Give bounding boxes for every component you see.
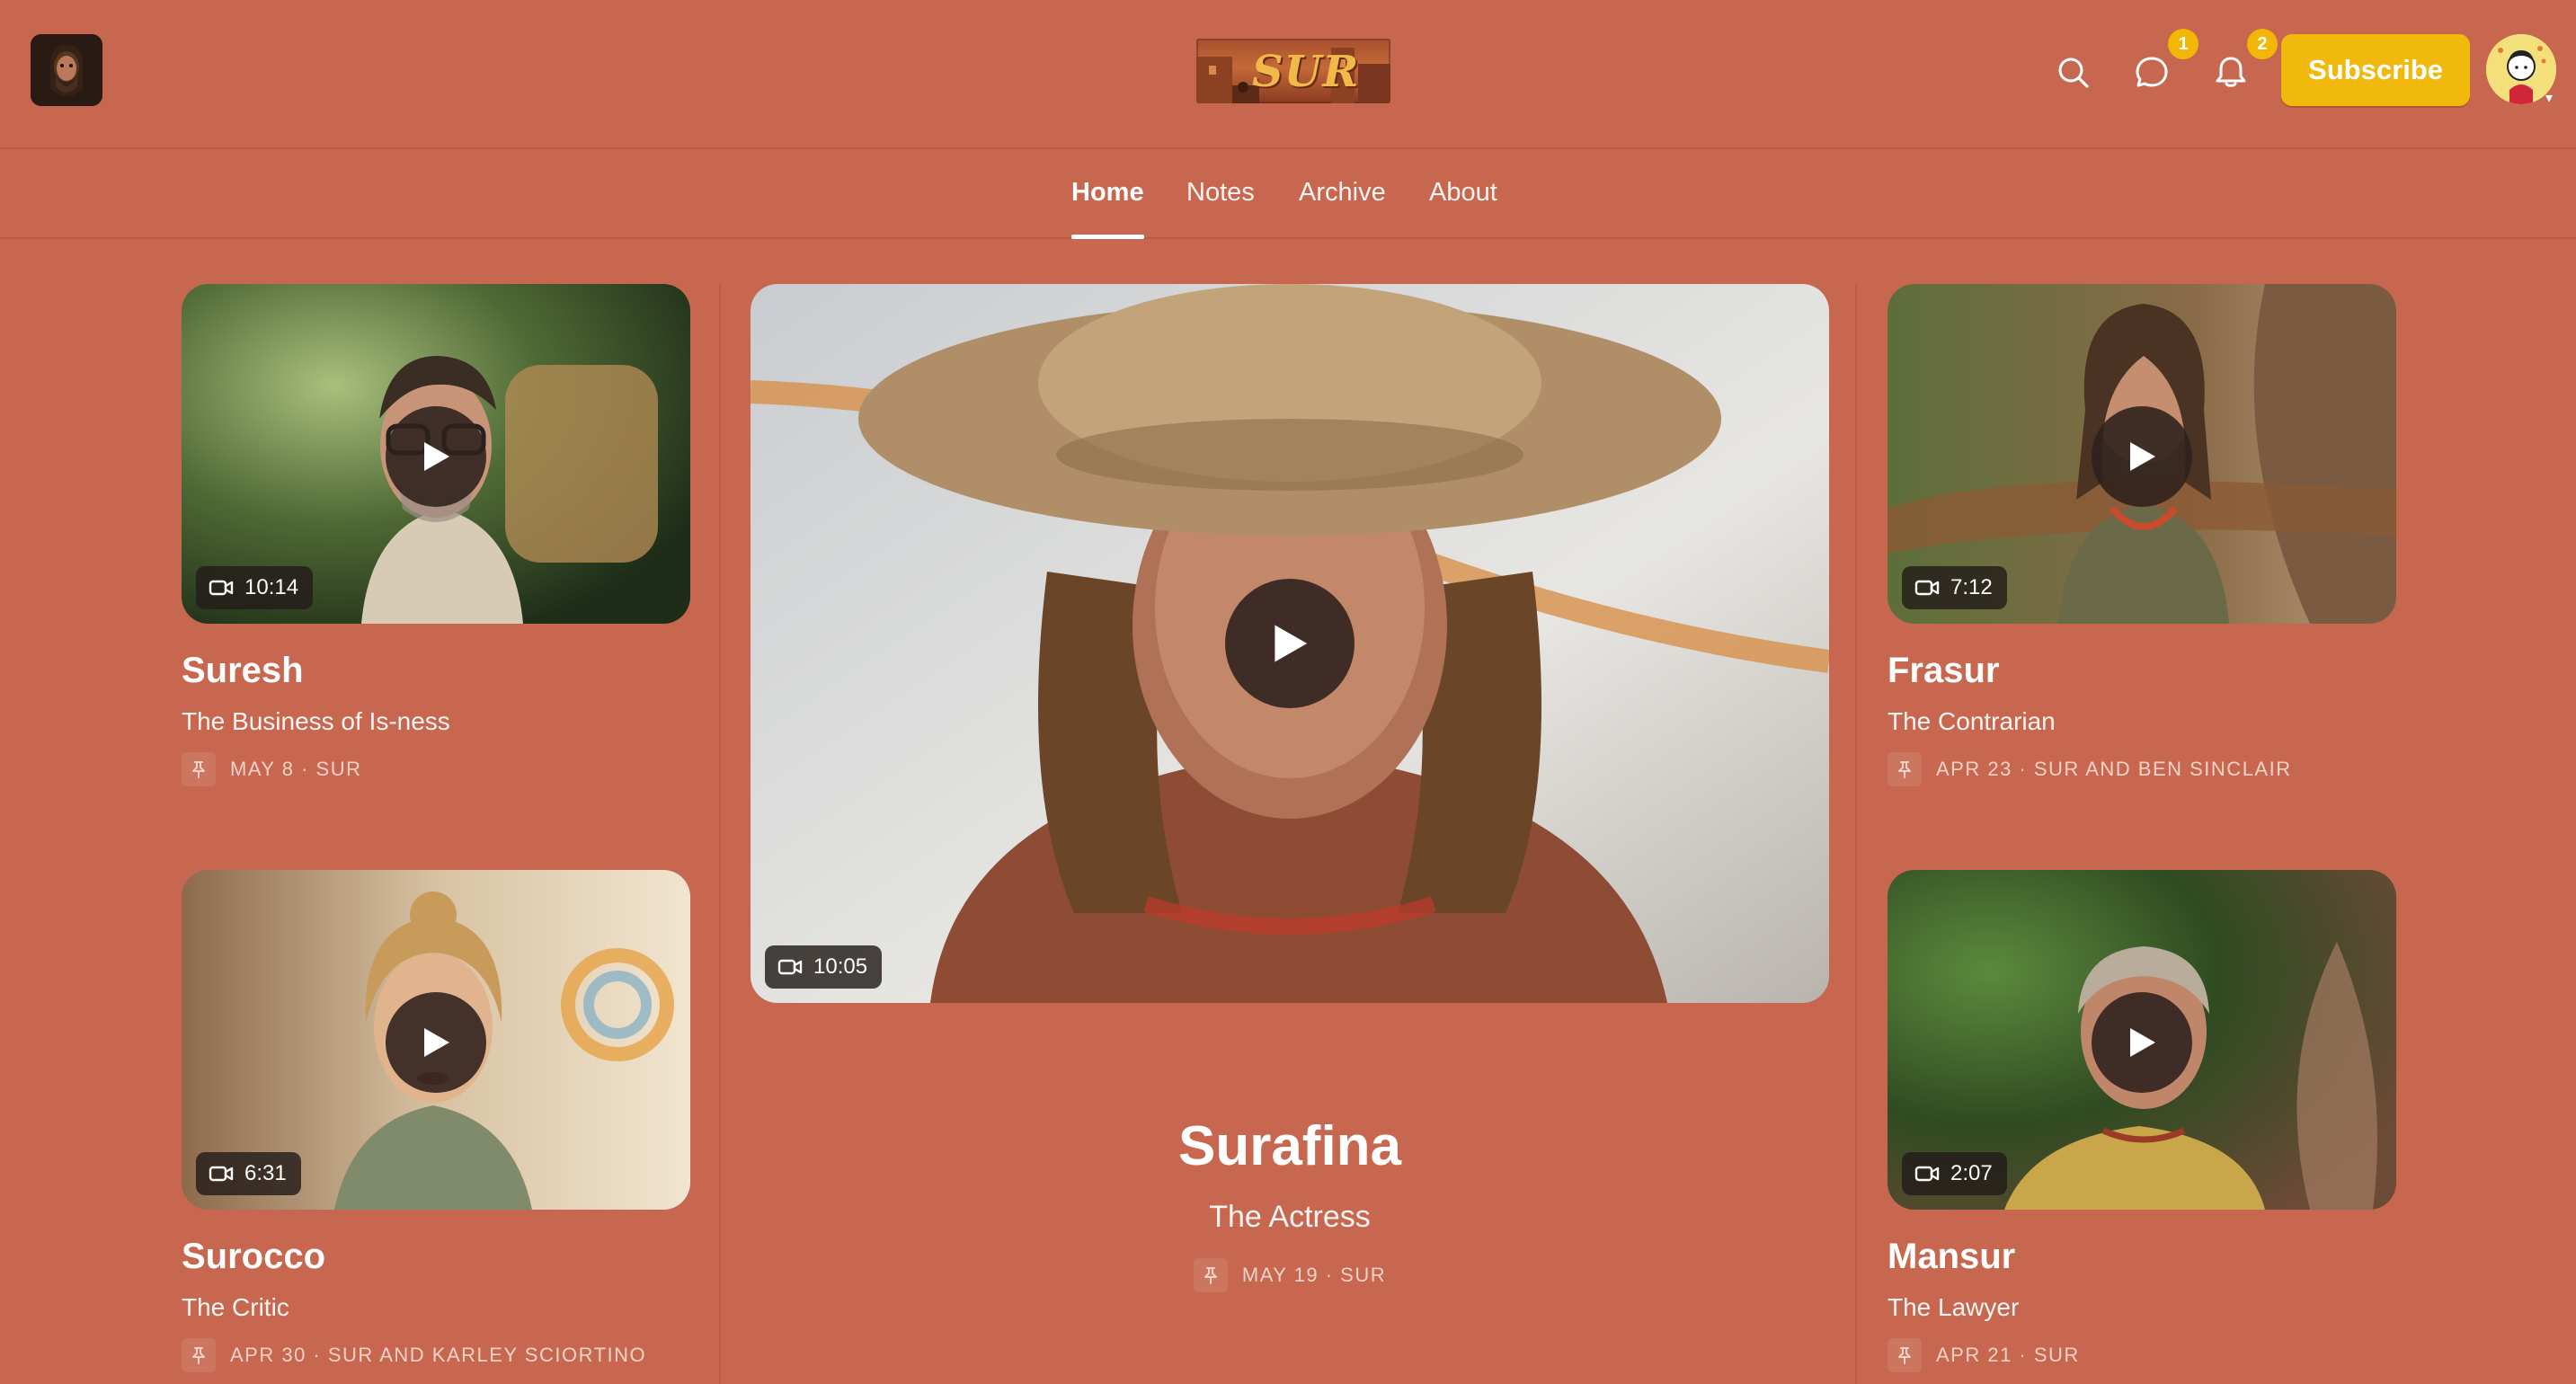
post-subtitle: The Lawyer: [1888, 1293, 2020, 1321]
featured-post-text: Surafina The Actress MAY 19 · SUR: [751, 1114, 1829, 1292]
video-duration-badge: 10:05: [765, 945, 883, 989]
page: SUR 1 2 Subscribe ▾ Home Notes Archive A…: [0, 0, 2576, 1384]
post-date-author: APR 23 · SUR AND BEN SINCLAIR: [1936, 758, 2292, 780]
video-duration: 6:31: [244, 1161, 287, 1185]
play-icon: [1275, 625, 1308, 662]
post-date-author: MAY 19 · SUR: [1241, 1264, 1387, 1286]
video-duration-badge: 7:12: [1902, 566, 2007, 609]
post-date-author: APR 21 · SUR: [1936, 1344, 2080, 1366]
video-thumbnail[interactable]: 10:14: [182, 284, 690, 624]
play-icon: [424, 1028, 449, 1057]
post-meta: APR 21 · SUR: [1888, 1338, 2396, 1372]
video-duration: 10:05: [813, 954, 868, 979]
chat-icon: [2136, 57, 2168, 87]
pin-icon: [1888, 1338, 1922, 1372]
post-date-author: MAY 8 · SUR: [230, 758, 362, 780]
video-duration-badge: 10:14: [196, 566, 314, 609]
search-icon: [2058, 58, 2089, 88]
video-duration: 10:14: [244, 575, 299, 599]
video-thumbnail[interactable]: 2:07: [1888, 870, 2396, 1210]
search-button[interactable]: [2049, 49, 2096, 95]
pin-icon: [1193, 1258, 1228, 1292]
play-icon: [2130, 442, 2155, 471]
post-meta: MAY 19 · SUR: [751, 1258, 1829, 1292]
play-button[interactable]: [386, 406, 486, 507]
video-thumbnail[interactable]: 7:12: [1888, 284, 2396, 624]
post-subtitle: The Actress: [1209, 1200, 1371, 1234]
column-divider-right: [1855, 284, 1857, 1384]
video-camera-icon: [777, 959, 803, 975]
post-card-surafina-featured[interactable]: 10:05: [751, 284, 1829, 1003]
video-camera-icon: [1914, 580, 1940, 596]
post-title[interactable]: Frasur: [1888, 651, 2396, 691]
pin-icon: [182, 1338, 216, 1372]
section-nav: Home Notes Archive About: [0, 151, 2576, 239]
play-button[interactable]: [386, 992, 486, 1093]
post-meta: MAY 8 · SUR: [182, 752, 690, 786]
video-camera-icon: [209, 580, 234, 596]
subscribe-button[interactable]: Subscribe: [2281, 34, 2470, 106]
pin-icon: [1888, 752, 1922, 786]
nav-item-about[interactable]: About: [1429, 178, 1497, 239]
nav-item-notes[interactable]: Notes: [1186, 178, 1255, 239]
video-duration-badge: 2:07: [1902, 1152, 2007, 1195]
publication-avatar-image: [31, 34, 102, 106]
column-divider-left: [719, 284, 721, 1384]
post-title[interactable]: Mansur: [1888, 1237, 2396, 1277]
post-title[interactable]: Suresh: [182, 651, 690, 691]
chevron-down-icon[interactable]: ▾: [2540, 90, 2558, 108]
notifications-badge: 2: [2247, 29, 2278, 59]
messages-badge: 1: [2168, 29, 2198, 59]
play-button[interactable]: [2092, 992, 2192, 1093]
top-header: SUR 1 2 Subscribe ▾: [0, 0, 2576, 149]
logo-text: SUR: [1252, 47, 1360, 97]
video-duration: 7:12: [1950, 575, 1993, 599]
video-duration: 2:07: [1950, 1161, 1993, 1185]
play-icon: [2130, 1028, 2155, 1057]
post-subtitle: The Contrarian: [1888, 707, 2056, 735]
post-date-author: APR 30 · SUR AND KARLEY SCIORTINO: [230, 1344, 647, 1366]
nav-item-archive[interactable]: Archive: [1299, 178, 1386, 239]
publication-logo[interactable]: SUR: [1196, 39, 1390, 103]
messages-button[interactable]: 1: [2128, 29, 2198, 95]
video-duration-badge: 6:31: [196, 1152, 301, 1195]
play-button[interactable]: [1225, 579, 1355, 708]
nav-item-home[interactable]: Home: [1071, 178, 1144, 239]
pin-icon: [182, 752, 216, 786]
bell-icon: [2216, 57, 2246, 87]
post-meta: APR 30 · SUR AND KARLEY SCIORTINO: [182, 1338, 690, 1372]
post-subtitle: The Critic: [182, 1293, 289, 1321]
post-card-frasur[interactable]: 7:12 Frasur The Contrarian APR 23 · SUR …: [1888, 284, 2396, 786]
post-card-mansur[interactable]: 2:07 Mansur The Lawyer APR 21 · SUR: [1888, 870, 2396, 1372]
play-icon: [424, 442, 449, 471]
video-thumbnail[interactable]: 10:05: [751, 284, 1829, 1003]
post-meta: APR 23 · SUR AND BEN SINCLAIR: [1888, 752, 2396, 786]
video-thumbnail[interactable]: 6:31: [182, 870, 690, 1210]
post-title[interactable]: Surocco: [182, 1237, 690, 1277]
post-card-suresh[interactable]: 10:14 Suresh The Business of Is-ness MAY…: [182, 284, 690, 786]
play-button[interactable]: [2092, 406, 2192, 507]
post-subtitle: The Business of Is-ness: [182, 707, 450, 735]
post-title[interactable]: Surafina: [751, 1114, 1829, 1178]
video-camera-icon: [1914, 1166, 1940, 1182]
notifications-button[interactable]: 2: [2207, 29, 2278, 95]
post-card-surocco[interactable]: 6:31 Surocco The Critic APR 30 · SUR AND…: [182, 870, 690, 1372]
video-camera-icon: [209, 1166, 234, 1182]
publication-avatar[interactable]: [31, 34, 102, 106]
